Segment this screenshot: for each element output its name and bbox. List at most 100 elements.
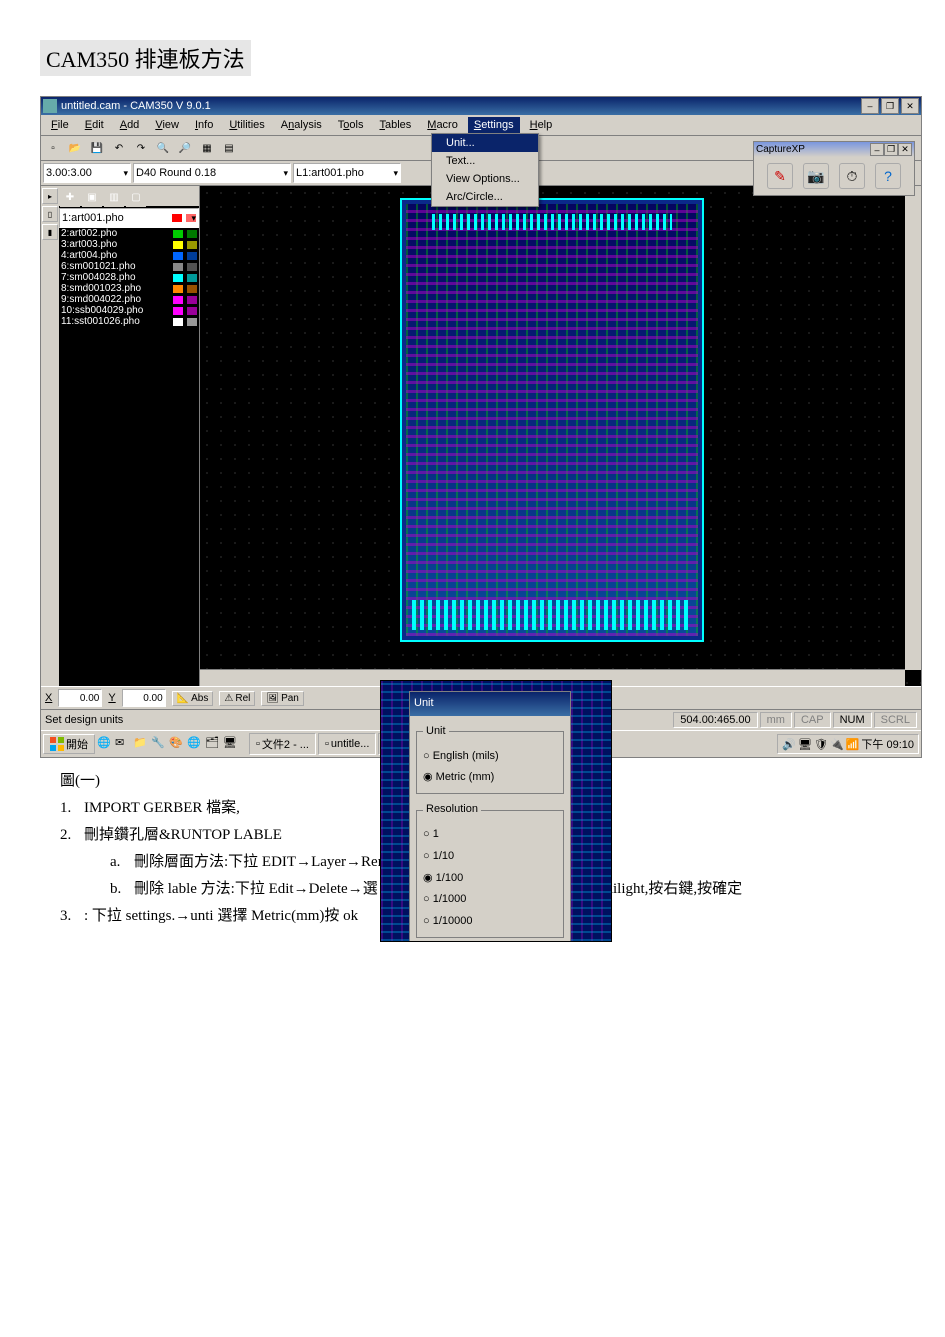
menu-unit[interactable]: Unit...: [432, 134, 538, 152]
unit-group-label: Unit: [423, 722, 449, 742]
tray-icon3[interactable]: 🛡: [814, 738, 828, 751]
layer-name: 6:sm001021.pho: [61, 261, 169, 272]
layer-row[interactable]: 1:art001.pho: [59, 208, 199, 228]
tool-save-icon[interactable]: 💾: [87, 138, 107, 158]
side-tool2-icon[interactable]: ▮: [42, 224, 58, 240]
abs-button[interactable]: 📐Abs: [172, 691, 214, 706]
menu-view[interactable]: View: [149, 117, 185, 133]
rel-icon: ⚠: [224, 693, 233, 704]
menu-arc-circle[interactable]: Arc/Circle...: [432, 188, 538, 206]
layer-book-icon[interactable]: ▥: [104, 187, 124, 207]
menu-settings[interactable]: Settings: [468, 117, 520, 133]
menu-file[interactable]: File: [45, 117, 75, 133]
menu-macro[interactable]: Macro: [421, 117, 464, 133]
menu-view-options[interactable]: View Options...: [432, 170, 538, 188]
res-10000-radio[interactable]: ○ 1/10000: [423, 911, 557, 933]
menu-edit[interactable]: Edit: [79, 117, 110, 133]
layer-name: 11:sst001026.pho: [61, 316, 169, 327]
x-input[interactable]: [58, 689, 102, 707]
layer-row[interactable]: 9:smd004022.pho: [59, 294, 199, 305]
menu-add[interactable]: Add: [114, 117, 146, 133]
tool-zoom-in-icon[interactable]: 🔍: [153, 138, 173, 158]
coord-select[interactable]: 3.00:3.00: [43, 163, 131, 183]
tray-icon5[interactable]: 📶: [846, 738, 860, 751]
close-button[interactable]: ✕: [901, 98, 919, 114]
camera-icon[interactable]: 📷: [803, 163, 829, 189]
canvas[interactable]: [200, 186, 921, 686]
status-hint: Set design units: [45, 714, 123, 726]
res-100-radio[interactable]: ◉ 1/100: [423, 868, 557, 890]
tool-new-icon[interactable]: ▫: [43, 138, 63, 158]
unit-metric-radio[interactable]: ◉ Metric (mm): [423, 767, 557, 789]
quick-app4-icon[interactable]: 🗂: [205, 736, 221, 752]
layer-row[interactable]: 10:ssb004029.pho: [59, 305, 199, 316]
capturexp-restore-button[interactable]: ❐: [884, 143, 898, 156]
quick-ie-icon[interactable]: 🌐: [97, 736, 113, 752]
menu-info[interactable]: Info: [189, 117, 219, 133]
layer-row[interactable]: 2:art002.pho: [59, 228, 199, 239]
minimize-button[interactable]: ‒: [861, 98, 879, 114]
capturexp-title: CaptureXP: [756, 144, 805, 155]
tray-icon1[interactable]: 🔊: [782, 738, 796, 751]
unit-english-radio[interactable]: ○ English (mils): [423, 746, 557, 768]
quick-mail-icon[interactable]: ✉: [115, 736, 131, 752]
vertical-scrollbar[interactable]: [905, 186, 921, 670]
menu-tables[interactable]: Tables: [373, 117, 417, 133]
layer-close-icon[interactable]: ▢: [126, 187, 146, 207]
pencil-icon[interactable]: ✎: [767, 163, 793, 189]
taskbar-button[interactable]: ▫文件2 - ...: [249, 733, 316, 755]
quick-app2-icon[interactable]: 🎨: [169, 736, 185, 752]
side-tool1-icon[interactable]: ▯: [42, 206, 58, 222]
tool-redo-icon[interactable]: ↷: [131, 138, 151, 158]
res-10-radio[interactable]: ○ 1/10: [423, 846, 557, 868]
taskbar-button[interactable]: ▫untitle...: [318, 733, 376, 755]
x-label: X: [45, 692, 52, 704]
layer-row[interactable]: 7:sm004028.pho: [59, 272, 199, 283]
res-1000-radio[interactable]: ○ 1/1000: [423, 889, 557, 911]
tray-icon4[interactable]: 🔌: [830, 738, 844, 751]
layer-row[interactable]: 3:art003.pho: [59, 239, 199, 250]
menu-analysis[interactable]: Analysis: [275, 117, 328, 133]
res-1-radio[interactable]: ○ 1: [423, 824, 557, 846]
tray-icon2[interactable]: 🖥: [798, 738, 812, 751]
restore-button[interactable]: ❐: [881, 98, 899, 114]
quick-folder-icon[interactable]: 📁: [133, 736, 149, 752]
layer-row[interactable]: 6:sm001021.pho: [59, 261, 199, 272]
quick-app3-icon[interactable]: 🌐: [187, 736, 203, 752]
capturexp-minimize-button[interactable]: ‒: [870, 143, 884, 156]
side-arrow-icon[interactable]: ▸: [42, 188, 58, 204]
menu-tools[interactable]: Tools: [332, 117, 370, 133]
step3-number: 3.: [60, 903, 84, 930]
help-icon[interactable]: ?: [875, 163, 901, 189]
unit-group: Unit ○ English (mils) ◉ Metric (mm): [416, 722, 564, 794]
layer-row[interactable]: 8:smd001023.pho: [59, 283, 199, 294]
tool-open-icon[interactable]: 📂: [65, 138, 85, 158]
menu-utilities[interactable]: Utilities: [223, 117, 270, 133]
menu-help[interactable]: Help: [524, 117, 559, 133]
tool-grid-icon[interactable]: ▦: [197, 138, 217, 158]
tool-zoom-out-icon[interactable]: 🔎: [175, 138, 195, 158]
y-input[interactable]: [122, 689, 166, 707]
tool-undo-icon[interactable]: ↶: [109, 138, 129, 158]
layer-panel: ✚ ▣ ▥ ▢ 1:art001.pho2:art002.pho3:art003…: [59, 186, 200, 686]
tray: 🔊 🖥 🛡 🔌 📶 下午 09:10: [777, 734, 919, 754]
quick-app1-icon[interactable]: 🔧: [151, 736, 167, 752]
layer-row[interactable]: 11:sst001026.pho: [59, 316, 199, 327]
tool-layers-icon[interactable]: ▤: [219, 138, 239, 158]
capturexp-window[interactable]: CaptureXP ‒ ❐ ✕ ✎ 📷 ⏱ ?: [753, 141, 915, 196]
layer-add-icon[interactable]: ✚: [60, 187, 80, 207]
rel-button[interactable]: ⚠Rel: [219, 691, 255, 706]
capturexp-close-button[interactable]: ✕: [898, 143, 912, 156]
layer-color-swatch: [173, 285, 183, 293]
quick-app5-icon[interactable]: 🖥: [223, 736, 239, 752]
dcode-select[interactable]: D40 Round 0.18: [133, 163, 291, 183]
menu-text[interactable]: Text...: [432, 152, 538, 170]
layer-open-icon[interactable]: ▣: [82, 187, 102, 207]
start-button[interactable]: 開始: [43, 734, 95, 754]
active-layer-select[interactable]: L1:art001.pho: [293, 163, 401, 183]
timer-icon[interactable]: ⏱: [839, 163, 865, 189]
pan-button[interactable]: 🖼Pan: [261, 691, 304, 706]
layer-color-swatch2: [187, 318, 197, 326]
layer-row[interactable]: 4:art004.pho: [59, 250, 199, 261]
doc-icon: ▫: [256, 738, 260, 750]
